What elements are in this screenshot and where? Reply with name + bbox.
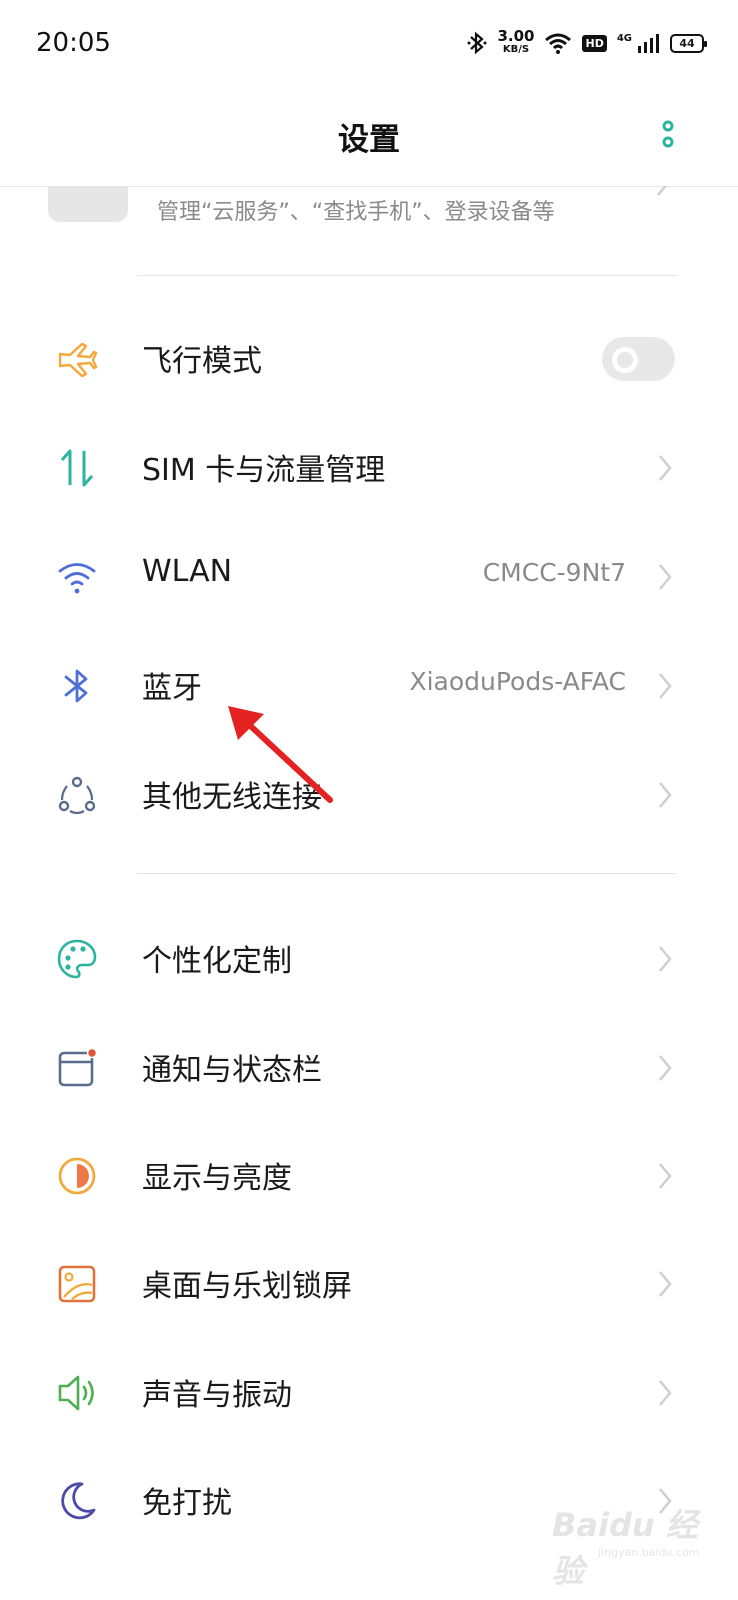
setting-display-brightness[interactable]: 显示与亮度 xyxy=(0,1121,738,1229)
bluetooth-status-icon xyxy=(467,31,487,55)
setting-other-wireless[interactable]: 其他无线连接 xyxy=(0,740,738,848)
app-header: 设置 xyxy=(0,90,738,187)
chevron-right-icon xyxy=(657,186,668,196)
chevron-right-icon xyxy=(659,1055,672,1081)
battery-icon: 44 xyxy=(670,33,707,53)
notification-icon xyxy=(58,1047,98,1087)
avatar xyxy=(48,186,128,222)
setting-label: 声音与振动 xyxy=(142,1378,292,1413)
setting-sim-data[interactable]: SIM 卡与流量管理 xyxy=(0,413,738,521)
sound-icon xyxy=(58,1375,94,1411)
brightness-icon xyxy=(58,1157,96,1195)
watermark-sub: jingyan.baidu.com xyxy=(598,1546,700,1559)
chevron-right-icon xyxy=(659,946,672,972)
bluetooth-icon xyxy=(64,669,88,703)
status-icons: 3.00 KB/S HD 4G 44 xyxy=(467,27,707,56)
chevron-right-icon xyxy=(659,782,672,808)
wireless-connections-icon xyxy=(58,776,96,815)
wallpaper-icon xyxy=(58,1265,96,1303)
toggle-knob xyxy=(612,347,638,373)
page-title: 设置 xyxy=(338,122,400,158)
chevron-right-icon xyxy=(659,1380,672,1406)
setting-label: 飞行模式 xyxy=(142,344,262,379)
chevron-right-icon xyxy=(659,1271,672,1297)
annotation-arrow xyxy=(228,706,333,803)
chevron-right-icon xyxy=(659,673,672,699)
setting-label: 通知与状态栏 xyxy=(142,1053,322,1088)
setting-personalization[interactable]: 个性化定制 xyxy=(0,904,738,1012)
chevron-right-icon xyxy=(659,1163,672,1189)
setting-notifications[interactable]: 通知与状态栏 xyxy=(0,1013,738,1121)
sim-data-icon xyxy=(60,449,94,487)
setting-label: 桌面与乐划锁屏 xyxy=(142,1269,352,1304)
setting-label: 个性化定制 xyxy=(142,944,292,979)
setting-sound-vibration[interactable]: 声音与振动 xyxy=(0,1338,738,1446)
setting-label: WLAN xyxy=(142,554,233,589)
divider xyxy=(137,873,676,874)
airplane-icon xyxy=(58,342,98,378)
cloud-subtitle: 管理“云服务”、“查找手机”、登录设备等 xyxy=(157,200,555,225)
setting-label: SIM 卡与流量管理 xyxy=(142,453,386,488)
setting-wlan[interactable]: WLAN CMCC-9Nt7 xyxy=(0,522,738,630)
moon-icon xyxy=(61,1482,96,1520)
palette-icon xyxy=(57,939,97,979)
status-time: 20:05 xyxy=(36,28,111,58)
setting-label: 免打扰 xyxy=(142,1486,232,1521)
setting-label: 显示与亮度 xyxy=(142,1161,292,1196)
chevron-right-icon xyxy=(659,564,672,590)
net-speed: 3.00 KB/S xyxy=(497,27,535,56)
wifi-status-icon xyxy=(545,33,572,54)
setting-label: 蓝牙 xyxy=(142,671,202,706)
setting-airplane-mode[interactable]: 飞行模式 xyxy=(0,304,738,412)
airplane-mode-toggle[interactable] xyxy=(602,337,675,381)
wlan-network-name: CMCC-9Nt7 xyxy=(482,558,626,587)
chevron-right-icon xyxy=(659,455,672,481)
wifi-icon xyxy=(58,563,96,594)
setting-bluetooth[interactable]: 蓝牙 XiaoduPods-AFAC xyxy=(0,631,738,739)
signal-icon xyxy=(638,34,659,53)
setting-home-lock-screen[interactable]: 桌面与乐划锁屏 xyxy=(0,1229,738,1337)
bluetooth-device-name: XiaoduPods-AFAC xyxy=(409,667,626,696)
baidu-watermark: Baidu 经验 jingyan.baidu.com xyxy=(552,1500,722,1590)
hd-badge: HD xyxy=(582,34,607,52)
more-options-icon[interactable] xyxy=(660,120,676,154)
network-type: 4G xyxy=(616,32,632,44)
divider xyxy=(137,275,676,276)
status-bar: 20:05 3.00 KB/S HD 4G 44 xyxy=(0,0,738,90)
cloud-account-item[interactable]: 管理“云服务”、“查找手机”、登录设备等 xyxy=(0,186,738,246)
